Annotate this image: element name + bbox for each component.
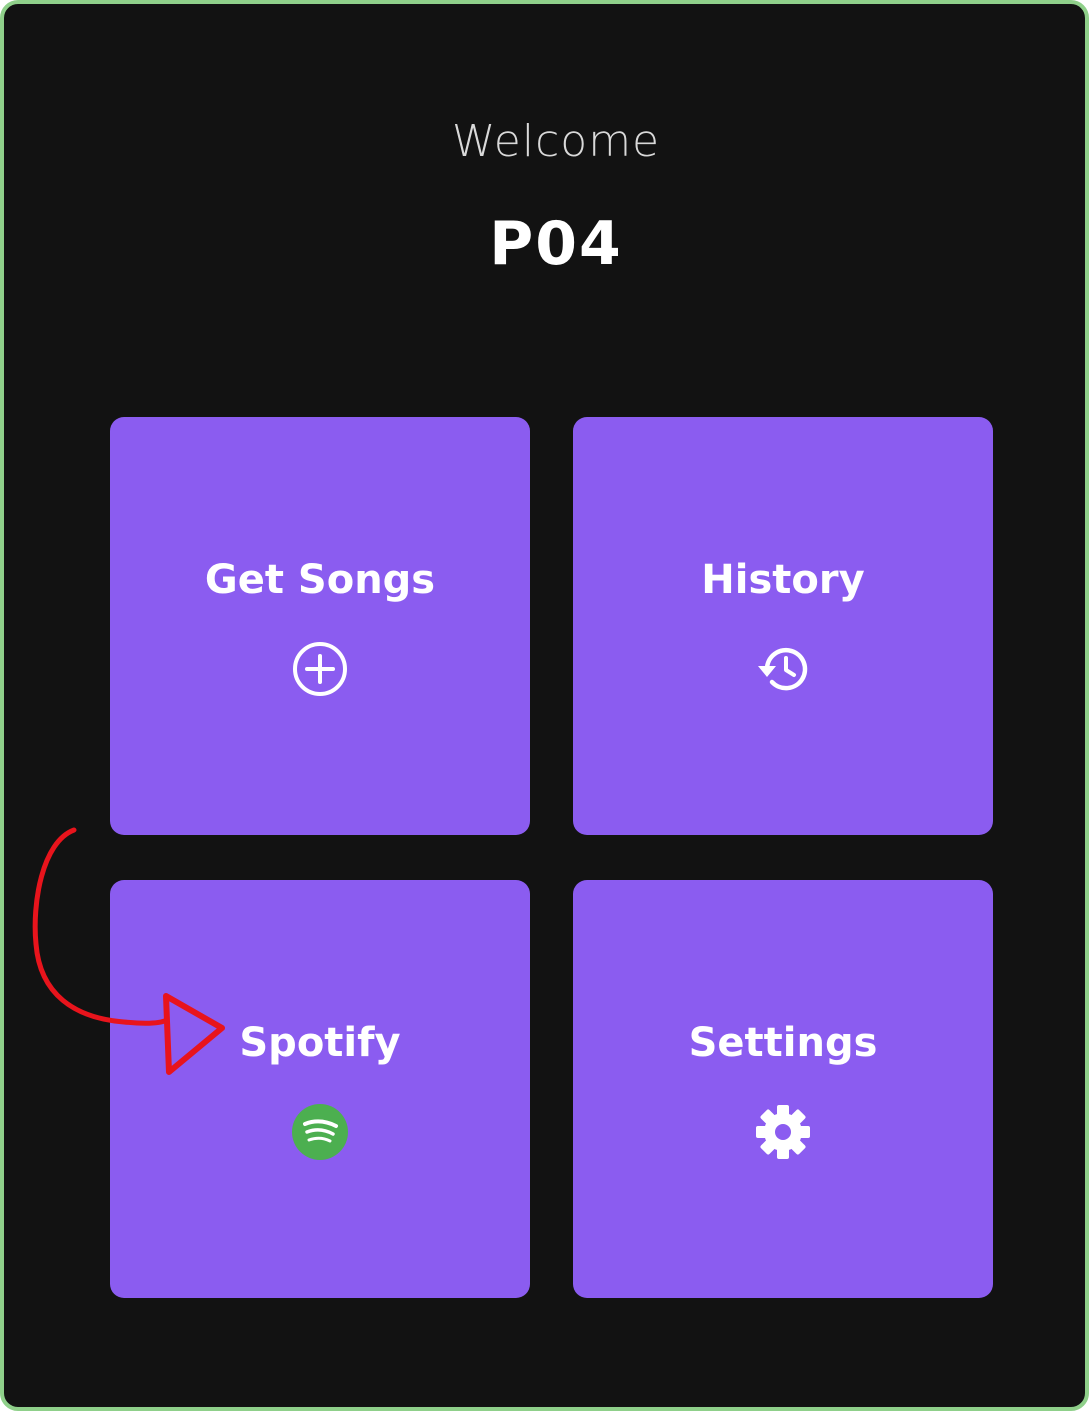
user-name: P04 xyxy=(489,209,623,279)
spotify-icon xyxy=(290,1102,350,1162)
history-button[interactable]: History xyxy=(573,417,993,835)
settings-label: Settings xyxy=(688,1020,878,1066)
get-songs-button[interactable]: Get Songs xyxy=(110,417,530,835)
spotify-button[interactable]: Spotify xyxy=(110,880,530,1298)
app-screen: Welcome P04 Get Songs History Spotify Se… xyxy=(0,0,1089,1411)
settings-button[interactable]: Settings xyxy=(573,880,993,1298)
add-circle-icon xyxy=(290,639,350,699)
get-songs-label: Get Songs xyxy=(204,557,436,603)
welcome-heading: Welcome xyxy=(451,116,661,167)
history-label: History xyxy=(701,557,865,603)
gear-icon xyxy=(753,1102,813,1162)
history-icon xyxy=(753,639,813,699)
spotify-label: Spotify xyxy=(239,1020,401,1066)
